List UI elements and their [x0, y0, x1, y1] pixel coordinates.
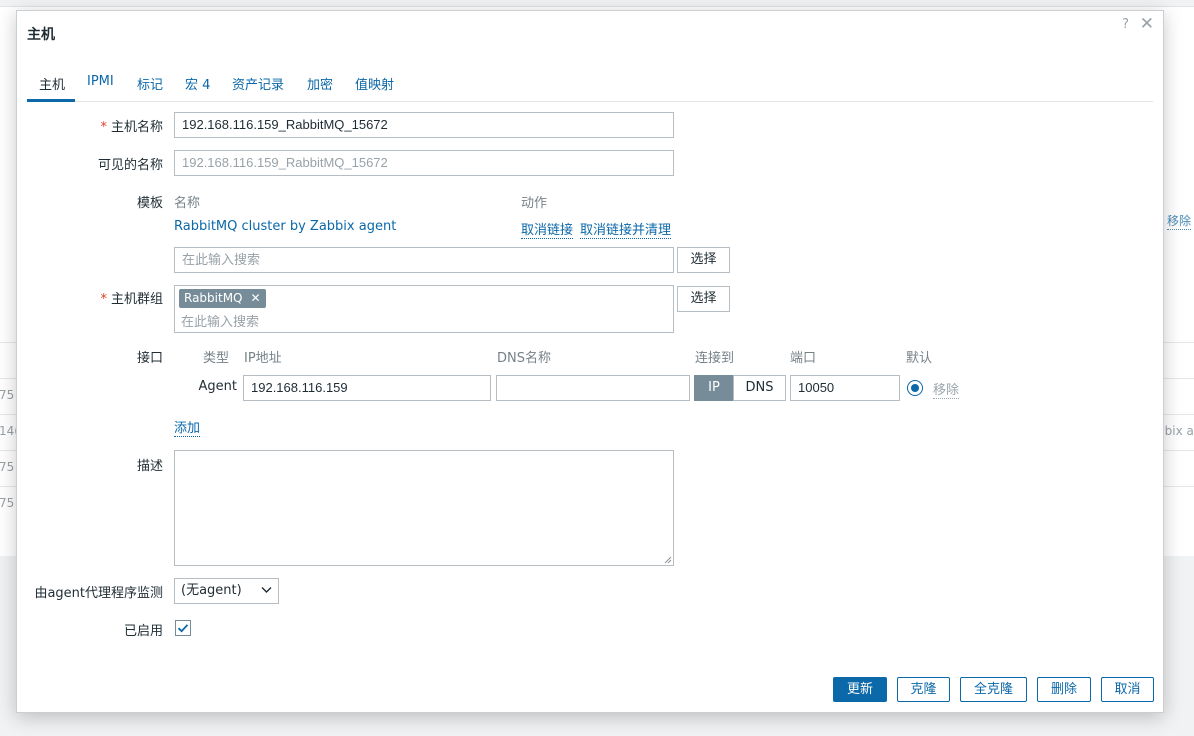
background-row-text: 75: [0, 388, 15, 402]
required-marker: *: [100, 120, 107, 135]
checkmark-icon: [177, 624, 189, 633]
enabled-label: 已启用: [123, 624, 163, 639]
linked-template-link[interactable]: RabbitMQ cluster by Zabbix agent: [174, 219, 396, 234]
group-chip: RabbitMQ ✕: [179, 289, 266, 308]
interface-dns-input[interactable]: [496, 375, 690, 401]
proxy-selected-value: (无agent): [181, 583, 242, 598]
add-interface-link[interactable]: 添加: [174, 417, 201, 437]
interfaces-label: 接口: [136, 351, 163, 366]
interface-col-connect: 连接到: [695, 351, 735, 366]
hostname-label-text: 主机名称: [110, 120, 163, 135]
proxy-label: 由agent代理程序监测: [34, 586, 163, 601]
group-search-placeholder[interactable]: 在此输入搜索: [181, 311, 259, 330]
dialog-title: 主机: [27, 27, 55, 43]
full-clone-button[interactable]: 全克隆: [960, 677, 1027, 702]
interface-remove-link[interactable]: 移除: [933, 379, 960, 399]
interface-col-ip: IP地址: [244, 351, 282, 366]
connect-ip-toggle[interactable]: IP: [694, 375, 734, 401]
update-button[interactable]: 更新: [833, 677, 887, 702]
tab-encryption[interactable]: 加密: [307, 74, 333, 93]
tab-macros[interactable]: 宏 4: [185, 74, 210, 93]
tab-value-mapping[interactable]: 值映射: [355, 74, 394, 93]
description-label: 描述: [136, 459, 163, 474]
group-select-button[interactable]: 选择: [677, 286, 730, 312]
interface-col-type: 类型: [203, 351, 230, 366]
connect-dns-toggle[interactable]: DNS: [733, 375, 786, 401]
tab-bar: 主机 IPMI 标记 宏 4 资产记录 加密 值映射: [27, 72, 1153, 102]
unlink-and-clear-link[interactable]: 取消链接并清理: [580, 219, 672, 239]
interface-type-agent: Agent: [198, 379, 237, 394]
help-icon[interactable]: ?: [1122, 17, 1129, 32]
tab-ipmi[interactable]: IPMI: [87, 74, 114, 89]
interface-port-input[interactable]: 10050: [790, 375, 900, 401]
proxy-select[interactable]: (无agent): [174, 578, 279, 604]
interface-col-port: 端口: [790, 351, 817, 366]
close-icon[interactable]: ✕: [1140, 14, 1154, 34]
default-interface-radio[interactable]: [907, 380, 923, 396]
interface-col-default: 默认: [906, 351, 933, 366]
active-tab-indicator: [27, 99, 75, 102]
required-marker: *: [100, 292, 107, 307]
background-row-text: 75: [0, 460, 15, 474]
host-groups-label: * 主机群组: [100, 288, 163, 307]
cancel-button[interactable]: 取消: [1101, 677, 1154, 702]
clone-button[interactable]: 克隆: [897, 677, 950, 702]
host-groups-label-text: 主机群组: [110, 292, 163, 307]
interface-col-dns: DNS名称: [497, 351, 551, 366]
host-groups-multiselect[interactable]: RabbitMQ ✕ 在此输入搜索: [174, 285, 674, 333]
description-textarea[interactable]: [174, 450, 674, 566]
tab-tags[interactable]: 标记: [137, 74, 163, 93]
visible-name-label: 可见的名称: [97, 158, 163, 173]
enabled-checkbox[interactable]: [175, 620, 191, 636]
resize-grip-icon[interactable]: [663, 555, 672, 564]
hostname-input[interactable]: 192.168.116.159_RabbitMQ_15672: [174, 112, 674, 138]
templates-label: 模板: [136, 196, 163, 211]
group-chip-label: RabbitMQ: [184, 291, 243, 305]
templates-col-name: 名称: [174, 196, 201, 211]
template-search-input[interactable]: 在此输入搜索: [174, 247, 674, 273]
background-remove-link: 移除: [1167, 214, 1192, 230]
delete-button[interactable]: 删除: [1037, 677, 1091, 702]
chip-remove-icon[interactable]: ✕: [251, 291, 261, 305]
background-row-text: 75: [0, 496, 15, 510]
chevron-down-icon: [261, 587, 272, 593]
tab-host[interactable]: 主机: [39, 74, 65, 93]
host-dialog: 主机 ? ✕ 主机 IPMI 标记 宏 4 资产记录 加密 值映射 * 主机名称 …: [16, 10, 1164, 713]
templates-col-action: 动作: [521, 196, 548, 211]
template-select-button[interactable]: 选择: [677, 247, 730, 273]
visible-name-input[interactable]: 192.168.116.159_RabbitMQ_15672: [174, 150, 674, 176]
unlink-link[interactable]: 取消链接: [521, 219, 574, 239]
interface-ip-input[interactable]: 192.168.116.159: [243, 375, 491, 401]
hostname-label: * 主机名称: [100, 116, 163, 135]
tab-inventory[interactable]: 资产记录: [232, 74, 284, 93]
